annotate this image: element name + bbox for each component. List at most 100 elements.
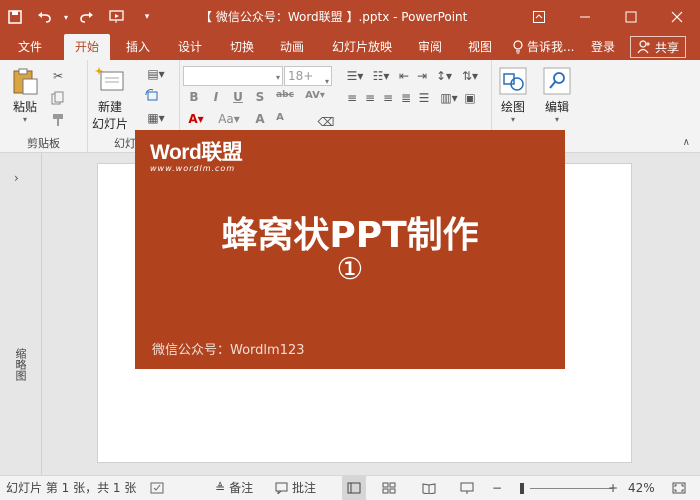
zoom-slider-thumb[interactable] (520, 483, 524, 494)
columns-icon[interactable]: ▥▾ (438, 90, 460, 106)
comments-button[interactable]: 批注 (275, 476, 316, 500)
tell-me-label: 告诉我... (527, 40, 575, 54)
text-direction-icon[interactable]: ⇅▾ (458, 68, 482, 84)
char-spacing-button[interactable]: AV▾ (300, 90, 330, 101)
wordlm-logo: Word联盟 www.wordlm.com (150, 141, 243, 174)
bold-button[interactable]: B (184, 90, 204, 104)
comments-label: 批注 (292, 481, 317, 495)
notes-button[interactable]: ≜ 备注 (215, 476, 253, 500)
justify-icon[interactable]: ≣ (398, 90, 414, 106)
align-left-icon[interactable]: ≡ (344, 90, 360, 106)
reading-view-button[interactable] (422, 476, 436, 500)
sign-in-link[interactable]: 登录 (591, 34, 615, 60)
tab-file[interactable]: 文件 (6, 34, 54, 60)
status-bar: 幻灯片 第 1 张，共 1 张 ≜ 备注 批注 − + 42% (0, 475, 700, 500)
layout-icon[interactable]: ▤▾ (144, 66, 168, 82)
paste-button[interactable]: 粘贴 ▾ (10, 66, 40, 124)
title-bar: ▾ ▾ 【 微信公众号：Word联盟 】.pptx - PowerPoint (0, 0, 700, 34)
paste-dropdown-icon: ▾ (22, 115, 27, 124)
shadow-button[interactable]: S (250, 90, 270, 104)
fit-to-window-button[interactable] (672, 476, 686, 500)
increase-font-button[interactable]: A (250, 112, 270, 126)
expand-thumbnails-icon[interactable]: › (14, 171, 19, 185)
slideshow-view-button[interactable] (460, 476, 474, 500)
customize-qat-button[interactable]: ▾ (132, 0, 162, 34)
decrease-font-button[interactable]: A (270, 112, 290, 123)
cut-icon[interactable]: ✂ (50, 68, 66, 84)
slide-sorter-button[interactable] (382, 476, 396, 500)
align-right-icon[interactable]: ≡ (380, 90, 396, 106)
tab-animations[interactable]: 动画 (270, 34, 314, 60)
reset-icon[interactable] (144, 88, 160, 104)
comment-icon (275, 482, 288, 494)
thumbnail-label[interactable]: 缩略图 (14, 348, 28, 381)
slide-number-badge: ① (336, 252, 364, 287)
normal-view-button[interactable] (342, 476, 366, 500)
clipboard-group: 粘贴 ▾ ✂ 剪贴板 (0, 60, 88, 153)
redo-button[interactable] (72, 0, 102, 34)
change-case-button[interactable]: Aa▾ (216, 112, 242, 126)
logo-text: Word联盟 (150, 141, 243, 164)
font-size-value: 18+ (288, 69, 314, 83)
person-icon (637, 40, 650, 54)
strikethrough-button[interactable]: abc (272, 90, 298, 100)
minimize-button[interactable] (562, 0, 608, 34)
align-center-icon[interactable]: ≡ (362, 90, 378, 106)
distributed-icon[interactable]: ☰ (416, 90, 432, 106)
zoom-in-button[interactable]: + (608, 476, 618, 500)
clear-formatting-icon[interactable]: ⌫ (318, 114, 335, 130)
start-slideshow-button[interactable] (102, 0, 132, 34)
font-color-button[interactable]: A▾ (184, 112, 208, 126)
section-icon[interactable]: ▦▾ (144, 110, 168, 126)
editing-button[interactable]: 编辑 ▾ (542, 66, 572, 124)
undo-button[interactable] (30, 0, 60, 34)
italic-button[interactable]: I (206, 90, 226, 104)
zoom-slider-track[interactable] (530, 488, 612, 489)
increase-indent-icon[interactable]: ⇥ (414, 68, 430, 84)
tab-slideshow[interactable]: 幻灯片放映 (326, 34, 398, 60)
copy-icon[interactable] (50, 90, 66, 106)
tab-review[interactable]: 审阅 (408, 34, 452, 60)
slide-title: 蜂窝状PPT制作 (221, 215, 479, 256)
drawing-dropdown-icon: ▾ (510, 115, 515, 124)
zoom-level[interactable]: 42% (628, 476, 655, 500)
collapse-ribbon-icon[interactable]: ∧ (683, 137, 690, 148)
smartart-icon[interactable]: ▣ (462, 90, 478, 106)
undo-dropdown[interactable]: ▾ (60, 0, 72, 34)
paste-label: 粘贴 (12, 100, 37, 114)
decrease-indent-icon[interactable]: ⇤ (396, 68, 412, 84)
tab-home[interactable]: 开始 (64, 34, 110, 60)
slide-info: 幻灯片 第 1 张，共 1 张 (6, 481, 137, 495)
maximize-button[interactable] (608, 0, 654, 34)
bullets-icon[interactable]: ☰▾ (344, 68, 366, 84)
editing-dropdown-icon: ▾ (554, 115, 559, 124)
save-icon (8, 10, 22, 24)
ribbon-display-options-button[interactable] (516, 0, 562, 34)
shapes-icon (499, 67, 527, 95)
line-spacing-icon[interactable]: ↕▾ (432, 68, 456, 84)
tell-me-search[interactable]: 告诉我... (512, 34, 574, 60)
notes-icon: ≜ (215, 481, 226, 495)
paste-icon (13, 68, 38, 95)
maximize-icon (625, 11, 637, 23)
new-slide-icon (95, 67, 124, 91)
notes-label: 备注 (229, 481, 254, 495)
share-button[interactable]: 共享 (629, 36, 686, 58)
tab-insert[interactable]: 插入 (116, 34, 160, 60)
tab-view[interactable]: 视图 (458, 34, 502, 60)
zoom-out-button[interactable]: − (492, 476, 502, 500)
spelling-icon[interactable] (150, 476, 164, 500)
tab-design[interactable]: 设计 (168, 34, 212, 60)
format-painter-icon[interactable] (50, 112, 66, 128)
save-button[interactable] (0, 0, 30, 34)
drawing-button[interactable]: 绘图 ▾ (498, 66, 528, 124)
tab-transitions[interactable]: 切换 (220, 34, 264, 60)
underline-button[interactable]: U (228, 90, 248, 104)
new-slide-label-line2: 幻灯片 (92, 117, 129, 131)
slide-footer: 微信公众号：Wordlm123 (152, 343, 305, 358)
close-button[interactable] (654, 0, 700, 34)
numbering-icon[interactable]: ☷▾ (370, 68, 392, 84)
font-name-combobox[interactable]: ▾ (183, 66, 283, 86)
font-size-combobox[interactable]: 18+ ▾ (284, 66, 332, 86)
new-slide-button[interactable]: 新建 幻灯片 (92, 66, 128, 132)
